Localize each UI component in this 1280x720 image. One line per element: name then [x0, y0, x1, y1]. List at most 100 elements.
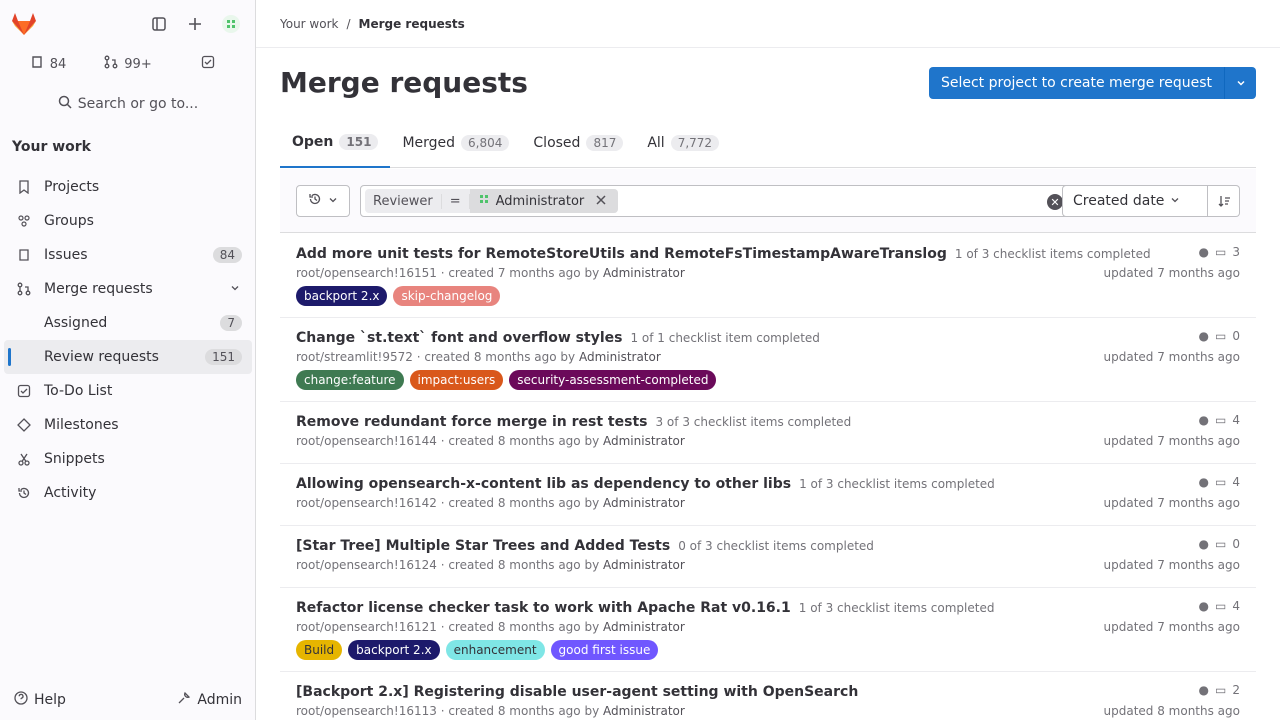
history-icon — [308, 192, 322, 210]
sidebar-header — [0, 0, 255, 48]
reviewer-avatar[interactable]: ● — [1199, 537, 1209, 551]
merge-request-meta: root/opensearch!16142 · created 8 months… — [296, 496, 600, 510]
comment-icon[interactable]: ▭ — [1215, 245, 1226, 259]
checklist-status: 1 of 3 checklist items completed — [799, 477, 995, 491]
comment-count: 4 — [1232, 599, 1240, 613]
close-icon[interactable] — [590, 194, 610, 209]
sort-direction-icon[interactable] — [1208, 185, 1240, 217]
author-link[interactable]: Administrator — [603, 434, 685, 448]
merge-request-title[interactable]: Change `st.text` font and overflow style… — [296, 330, 622, 346]
search-button[interactable]: Search or go to... — [8, 88, 248, 120]
reviewer-avatar[interactable]: ● — [1199, 329, 1209, 343]
merge-request-title[interactable]: [Backport 2.x] Registering disable user-… — [296, 684, 858, 700]
comment-count: 3 — [1232, 245, 1240, 259]
select-project-button[interactable]: Select project to create merge request — [928, 67, 1224, 99]
admin-button[interactable]: Admin — [171, 686, 248, 714]
breadcrumb-merge-requests[interactable]: Merge requests — [359, 17, 465, 31]
tab-label: Merged — [402, 135, 456, 151]
clear-search-icon[interactable]: ✕ — [1047, 194, 1063, 210]
reviewer-avatar[interactable]: ● — [1199, 413, 1209, 427]
author-link[interactable]: Administrator — [579, 350, 661, 364]
breadcrumb-your-work[interactable]: Your work — [280, 17, 338, 31]
author-link[interactable]: Administrator — [603, 620, 685, 634]
comment-icon[interactable]: ▭ — [1215, 329, 1226, 343]
label-badge[interactable]: backport 2.x — [296, 286, 388, 306]
list-item: Add more unit tests for RemoteStoreUtils… — [280, 234, 1256, 318]
tab-count: 7,772 — [670, 135, 720, 151]
comment-icon[interactable]: ▭ — [1215, 537, 1226, 551]
reviewer-filter-token[interactable]: Reviewer = Administrator — [365, 189, 619, 213]
merge-request-meta: root/opensearch!16151 · created 7 months… — [296, 266, 600, 280]
label-badge[interactable]: enhancement — [445, 640, 545, 660]
reviewer-avatar[interactable]: ● — [1199, 683, 1209, 697]
sidebar-item-issues[interactable]: Issues 84 — [4, 238, 252, 272]
issues-counter[interactable]: 84 — [8, 48, 88, 80]
search-label: Search or go to... — [77, 96, 199, 112]
author-link[interactable]: Administrator — [603, 704, 685, 718]
author-link[interactable]: Administrator — [603, 558, 685, 572]
tab-merged[interactable]: Merged 6,804 — [390, 118, 521, 168]
toggle-sidebar-icon[interactable] — [143, 8, 175, 40]
checklist-status: 0 of 3 checklist items completed — [678, 539, 874, 553]
sidebar-item-label: Merge requests — [44, 281, 153, 297]
breadcrumb-separator: / — [346, 16, 351, 31]
issues-count-badge: 84 — [212, 247, 242, 263]
comment-icon[interactable]: ▭ — [1215, 475, 1226, 489]
sidebar-item-milestones[interactable]: Milestones — [4, 408, 252, 442]
label-badge[interactable]: skip-changelog — [393, 286, 501, 306]
admin-icon — [177, 691, 191, 709]
tab-open[interactable]: Open 151 — [280, 118, 391, 168]
merge-request-title[interactable]: Remove redundant force merge in rest tes… — [296, 414, 647, 430]
user-avatar[interactable] — [215, 8, 247, 40]
label-badge[interactable]: backport 2.x — [348, 640, 440, 660]
sidebar-item-review-requests[interactable]: Review requests 151 — [4, 340, 252, 374]
merge-request-meta: root/opensearch!16121 · created 8 months… — [296, 620, 600, 634]
list-item: Remove redundant force merge in rest tes… — [280, 402, 1256, 464]
filtered-search-input[interactable]: Reviewer = Administrator ✕ — [360, 185, 1072, 217]
sidebar-item-todo[interactable]: To-Do List — [4, 374, 252, 408]
sidebar-item-merge-requests[interactable]: Merge requests — [4, 272, 252, 306]
merge-request-title[interactable]: [Star Tree] Multiple Star Trees and Adde… — [296, 538, 670, 554]
author-link[interactable]: Administrator — [603, 496, 685, 510]
list-item: Allowing opensearch-x-content lib as dep… — [280, 464, 1256, 526]
label-badge[interactable]: impact:users — [409, 370, 504, 390]
sidebar-item-assigned[interactable]: Assigned 7 — [4, 306, 252, 340]
comment-count: 0 — [1232, 329, 1240, 343]
checklist-status: 1 of 3 checklist items completed — [798, 601, 995, 615]
reviewer-avatar[interactable]: ● — [1199, 245, 1209, 259]
label-badge[interactable]: security-assessment-completed — [509, 370, 717, 390]
reviewer-avatar[interactable]: ● — [1199, 475, 1209, 489]
recent-searches-button[interactable] — [296, 185, 350, 217]
sort-dropdown[interactable]: Created date — [1062, 185, 1208, 217]
merge-request-title[interactable]: Allowing opensearch-x-content lib as dep… — [296, 476, 791, 492]
label-badge[interactable]: good first issue — [550, 640, 659, 660]
author-link[interactable]: Administrator — [603, 266, 685, 280]
group-icon — [16, 213, 32, 229]
comment-icon[interactable]: ▭ — [1215, 599, 1226, 613]
sidebar-item-label: Issues — [44, 247, 88, 263]
tab-count: 151 — [339, 134, 379, 150]
create-new-icon[interactable] — [179, 8, 211, 40]
todo-counter[interactable] — [168, 48, 248, 80]
reviewer-avatar[interactable]: ● — [1199, 599, 1209, 613]
updated-time: updated 7 months ago — [1103, 434, 1241, 448]
merge-requests-counter[interactable]: 99+ — [88, 48, 168, 80]
merge-request-title[interactable]: Refactor license checker task to work wi… — [296, 600, 791, 616]
help-button[interactable]: Help — [8, 686, 72, 714]
tab-closed[interactable]: Closed 817 — [521, 118, 635, 168]
comment-count: 4 — [1232, 413, 1240, 427]
label-badge[interactable]: Build — [296, 640, 343, 660]
chevron-down-icon[interactable] — [1224, 67, 1256, 99]
tab-all[interactable]: All 7,772 — [635, 118, 731, 168]
label-badge[interactable]: change:feature — [296, 370, 404, 390]
comment-icon[interactable]: ▭ — [1215, 413, 1226, 427]
sidebar-item-activity[interactable]: Activity — [4, 476, 252, 510]
sidebar-item-groups[interactable]: Groups — [4, 204, 252, 238]
merge-request-title[interactable]: Add more unit tests for RemoteStoreUtils… — [296, 246, 947, 262]
sidebar-item-projects[interactable]: Projects — [4, 170, 252, 204]
gitlab-logo[interactable] — [8, 8, 40, 40]
list-item: Refactor license checker task to work wi… — [280, 588, 1256, 672]
sidebar-item-label: Milestones — [44, 417, 119, 433]
comment-icon[interactable]: ▭ — [1215, 683, 1226, 697]
sidebar-item-snippets[interactable]: Snippets — [4, 442, 252, 476]
